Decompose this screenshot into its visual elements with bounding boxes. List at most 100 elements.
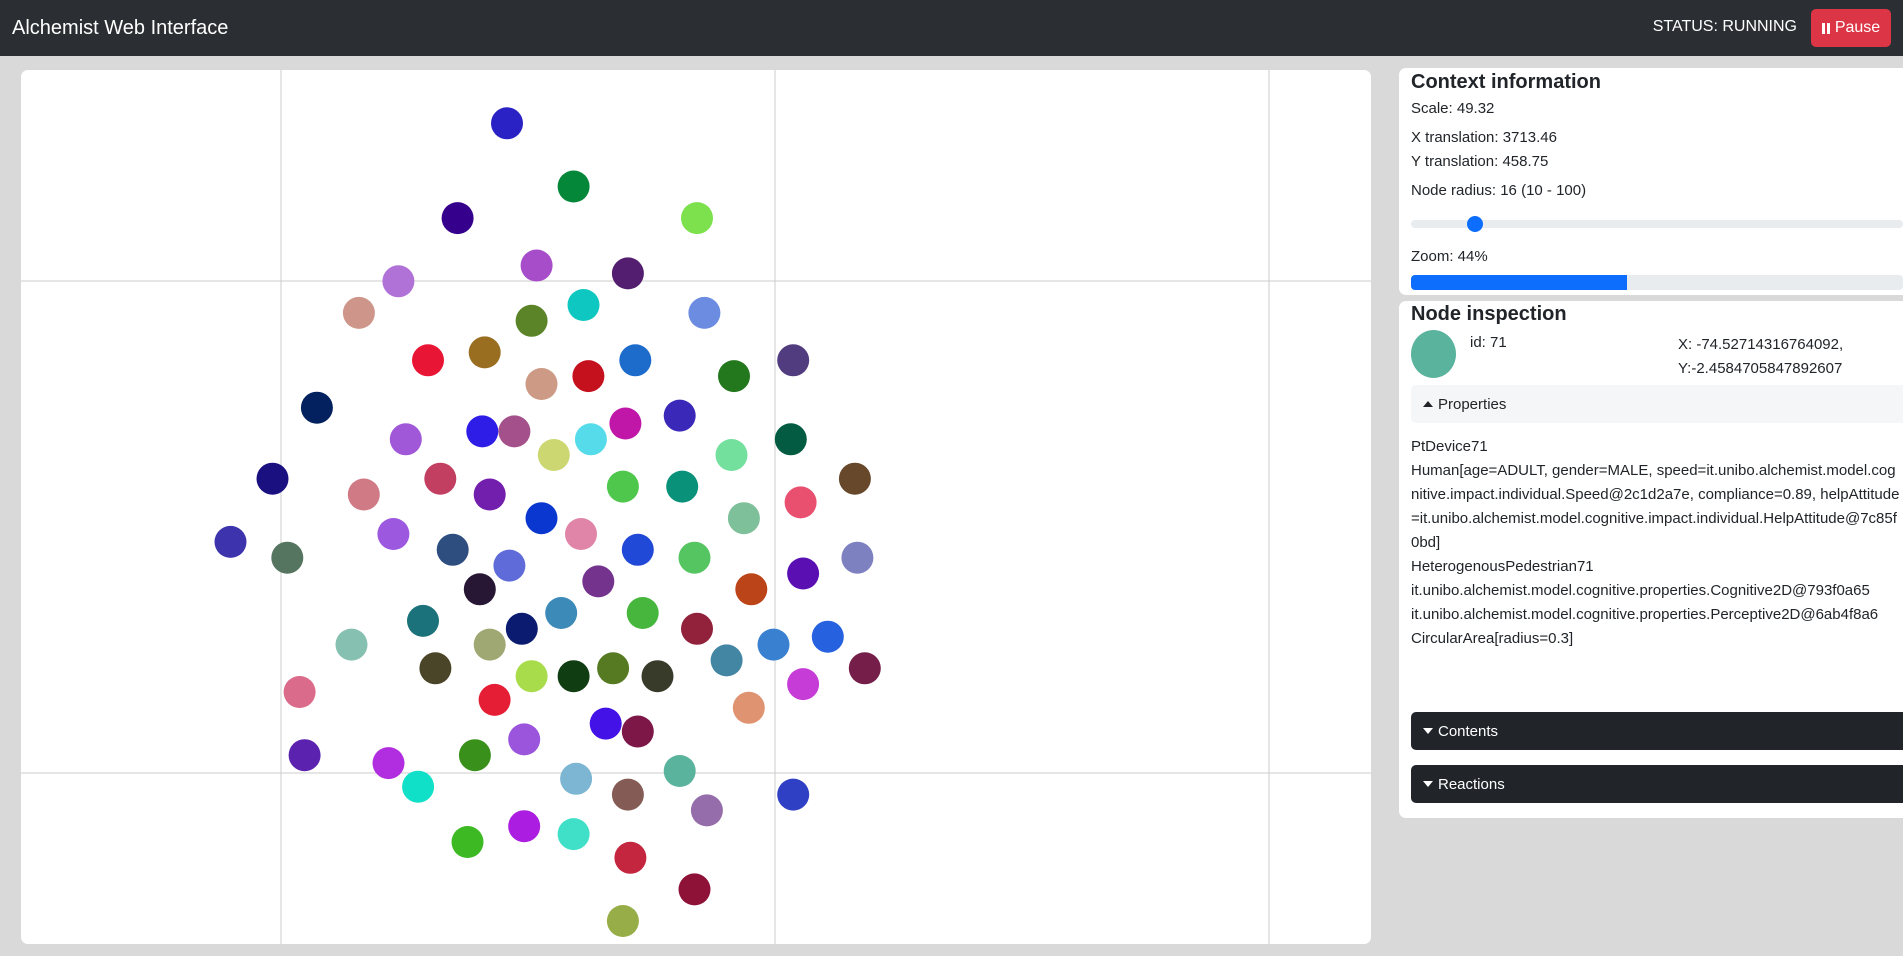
simulation-node[interactable]	[621, 533, 654, 566]
simulation-node[interactable]	[614, 841, 647, 874]
simulation-node[interactable]	[389, 423, 422, 456]
simulation-node[interactable]	[473, 478, 506, 511]
simulation-node[interactable]	[557, 660, 590, 693]
simulation-node[interactable]	[589, 707, 622, 740]
caret-down-icon	[1423, 728, 1433, 734]
simulation-node[interactable]	[619, 344, 652, 377]
simulation-node[interactable]	[560, 762, 593, 795]
simulation-node[interactable]	[718, 360, 750, 393]
simulation-node[interactable]	[611, 778, 644, 811]
simulation-node[interactable]	[715, 439, 748, 471]
simulation-node[interactable]	[412, 344, 444, 377]
node-radius-slider[interactable]	[1411, 216, 1903, 232]
simulation-node[interactable]	[545, 597, 578, 629]
properties-toggle[interactable]: Properties	[1411, 385, 1903, 423]
simulation-node[interactable]	[498, 415, 531, 448]
simulation-node[interactable]	[710, 644, 743, 677]
simulation-node[interactable]	[663, 755, 696, 787]
simulation-node[interactable]	[609, 407, 642, 440]
node-radius-slider-thumb[interactable]	[1466, 216, 1483, 232]
simulation-node[interactable]	[666, 470, 699, 503]
simulation-node[interactable]	[774, 423, 807, 456]
simulation-node[interactable]	[458, 739, 491, 772]
simulation-node[interactable]	[732, 691, 765, 724]
simulation-node[interactable]	[347, 478, 380, 511]
simulation-node[interactable]	[611, 257, 644, 290]
simulation-node[interactable]	[606, 905, 639, 937]
simulation-node[interactable]	[557, 818, 590, 851]
simulation-node[interactable]	[678, 541, 711, 574]
simulation-node[interactable]	[848, 652, 881, 685]
simulation-node[interactable]	[468, 336, 501, 369]
simulation-node[interactable]	[597, 652, 630, 685]
simulation-node[interactable]	[621, 715, 654, 748]
simulation-canvas[interactable]	[21, 70, 1371, 944]
simulation-node[interactable]	[841, 541, 874, 574]
simulation-node[interactable]	[493, 549, 526, 582]
simulation-node[interactable]	[508, 810, 541, 843]
simulation-node[interactable]	[342, 296, 375, 329]
simulation-node[interactable]	[491, 107, 523, 140]
simulation-node[interactable]	[407, 604, 439, 637]
simulation-node[interactable]	[567, 289, 600, 321]
simulation-node[interactable]	[335, 628, 368, 661]
simulation-node[interactable]	[681, 202, 713, 235]
simulation-node[interactable]	[473, 628, 506, 661]
simulation-node[interactable]	[557, 170, 590, 203]
nodes-layer[interactable]	[214, 107, 881, 937]
simulation-node[interactable]	[787, 557, 820, 590]
simulation-node[interactable]	[681, 612, 713, 645]
simulation-node[interactable]	[436, 533, 469, 566]
simulation-node[interactable]	[537, 439, 570, 471]
simulation-node[interactable]	[478, 683, 511, 716]
simulation-node[interactable]	[515, 660, 548, 693]
simulation-node[interactable]	[757, 628, 790, 661]
simulation-node[interactable]	[784, 486, 817, 519]
context-information-panel: Context information Scale: 49.32 X trans…	[1399, 68, 1903, 295]
simulation-node[interactable]	[582, 565, 615, 598]
simulation-node[interactable]	[777, 344, 810, 377]
simulation-node[interactable]	[382, 265, 415, 298]
simulation-node[interactable]	[463, 573, 496, 606]
simulation-node[interactable]	[283, 676, 316, 708]
simulation-node[interactable]	[466, 415, 499, 448]
simulation-node[interactable]	[688, 296, 721, 329]
simulation-node[interactable]	[402, 770, 435, 803]
simulation-node[interactable]	[520, 249, 553, 282]
simulation-node[interactable]	[424, 462, 457, 495]
simulation-node[interactable]	[641, 660, 674, 693]
simulation-node[interactable]	[419, 652, 452, 685]
simulation-node[interactable]	[811, 620, 844, 653]
simulation-node[interactable]	[256, 462, 289, 495]
simulation-node[interactable]	[678, 873, 711, 906]
contents-toggle[interactable]: Contents	[1411, 712, 1903, 750]
simulation-node[interactable]	[838, 462, 871, 495]
simulation-node[interactable]	[377, 518, 410, 550]
simulation-node[interactable]	[505, 612, 538, 645]
simulation-node[interactable]	[451, 826, 484, 858]
simulation-node[interactable]	[515, 304, 548, 337]
simulation-node[interactable]	[214, 525, 247, 558]
simulation-node[interactable]	[372, 747, 405, 780]
simulation-node[interactable]	[735, 573, 768, 606]
simulation-node[interactable]	[777, 778, 810, 811]
simulation-node[interactable]	[690, 794, 723, 827]
simulation-node[interactable]	[565, 518, 597, 550]
simulation-node[interactable]	[787, 668, 820, 701]
simulation-node[interactable]	[525, 502, 558, 535]
simulation-node[interactable]	[574, 423, 607, 456]
simulation-node[interactable]	[606, 470, 639, 503]
simulation-node[interactable]	[441, 202, 474, 235]
simulation-node[interactable]	[288, 739, 321, 772]
simulation-node[interactable]	[508, 723, 541, 756]
simulation-view[interactable]	[21, 70, 1371, 944]
simulation-node[interactable]	[271, 541, 304, 574]
reactions-toggle[interactable]: Reactions	[1411, 765, 1903, 803]
simulation-node[interactable]	[525, 368, 558, 400]
simulation-node[interactable]	[300, 391, 333, 424]
simulation-node[interactable]	[572, 360, 605, 393]
simulation-node[interactable]	[663, 399, 696, 432]
simulation-node[interactable]	[626, 597, 659, 629]
pause-button[interactable]: Pause	[1811, 9, 1891, 47]
simulation-node[interactable]	[727, 502, 760, 535]
